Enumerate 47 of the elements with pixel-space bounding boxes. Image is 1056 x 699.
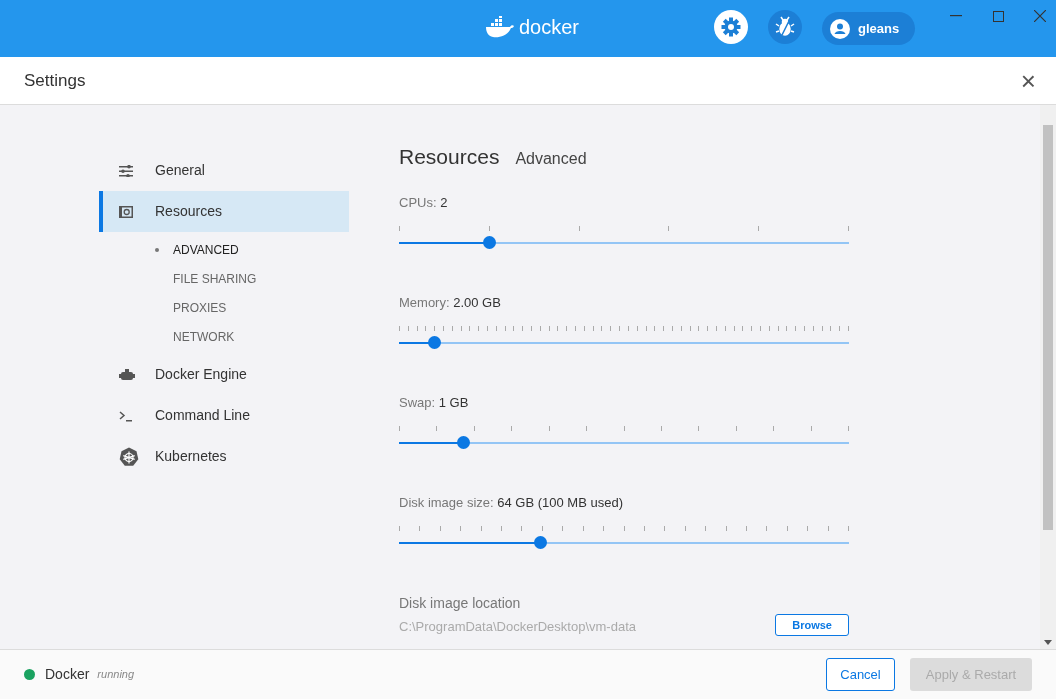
whale-icon <box>485 16 515 38</box>
disk-icon <box>119 205 133 218</box>
submenu-item[interactable]: ADVANCED <box>99 235 350 264</box>
settings-icon <box>721 17 741 37</box>
sidebar-item[interactable]: Kubernetes <box>99 436 349 477</box>
slider-label: Disk image size: 64 GB (100 MB used) <box>399 493 624 512</box>
account-button[interactable]: gleans <box>822 12 916 45</box>
close-button[interactable]: × <box>1016 67 1040 94</box>
slider-thumb[interactable] <box>533 535 547 549</box>
slider-label: CPUs: 2 <box>399 193 449 212</box>
field-label: Disk image location <box>399 593 522 613</box>
minimize-icon <box>950 15 962 17</box>
user-icon <box>830 18 850 39</box>
settings-button[interactable] <box>714 10 748 44</box>
bullet-icon <box>155 247 159 252</box>
window-title: Settings <box>24 69 86 92</box>
helm-icon <box>119 446 139 467</box>
bug-report-button[interactable] <box>768 10 802 44</box>
terminal-icon <box>119 409 133 422</box>
page-heading: Resources <box>399 144 500 170</box>
close-icon <box>1034 10 1046 22</box>
sidebar-item[interactable]: General <box>99 150 349 191</box>
logo-text: docker <box>519 17 580 37</box>
engine-icon <box>119 368 135 381</box>
slider-label: Memory: 2.00 GB <box>399 293 502 312</box>
page-subheading: Advanced <box>515 149 587 169</box>
slider-label: Swap: 1 GB <box>399 393 470 412</box>
sidebar-item[interactable]: Docker Engine <box>99 354 349 395</box>
slider-thumb[interactable] <box>483 235 496 249</box>
bug-icon <box>774 16 796 38</box>
close-window-button[interactable] <box>1032 8 1048 24</box>
scrollbar[interactable] <box>1040 105 1056 649</box>
slider-thumb[interactable] <box>428 335 442 349</box>
sidebar-item[interactable]: Command Line <box>99 395 349 436</box>
browse-button[interactable]: Browse <box>775 614 849 636</box>
slider-thumb[interactable] <box>456 435 470 449</box>
sliders-icon <box>119 164 133 177</box>
sidebar-item[interactable]: Resources <box>99 191 349 232</box>
maximize-button[interactable] <box>990 8 1006 24</box>
app-name: Docker <box>45 665 90 684</box>
status-text: running <box>97 667 135 683</box>
maximize-icon <box>992 10 1004 22</box>
submenu-item[interactable]: FILE SHARING <box>99 264 350 293</box>
submenu-item[interactable]: PROXIES <box>99 293 350 322</box>
path-text: C:\ProgramData\DockerDesktop\vm-data <box>399 617 636 636</box>
cancel-button[interactable]: Cancel <box>826 658 895 691</box>
submenu-item[interactable]: NETWORK <box>99 322 350 351</box>
